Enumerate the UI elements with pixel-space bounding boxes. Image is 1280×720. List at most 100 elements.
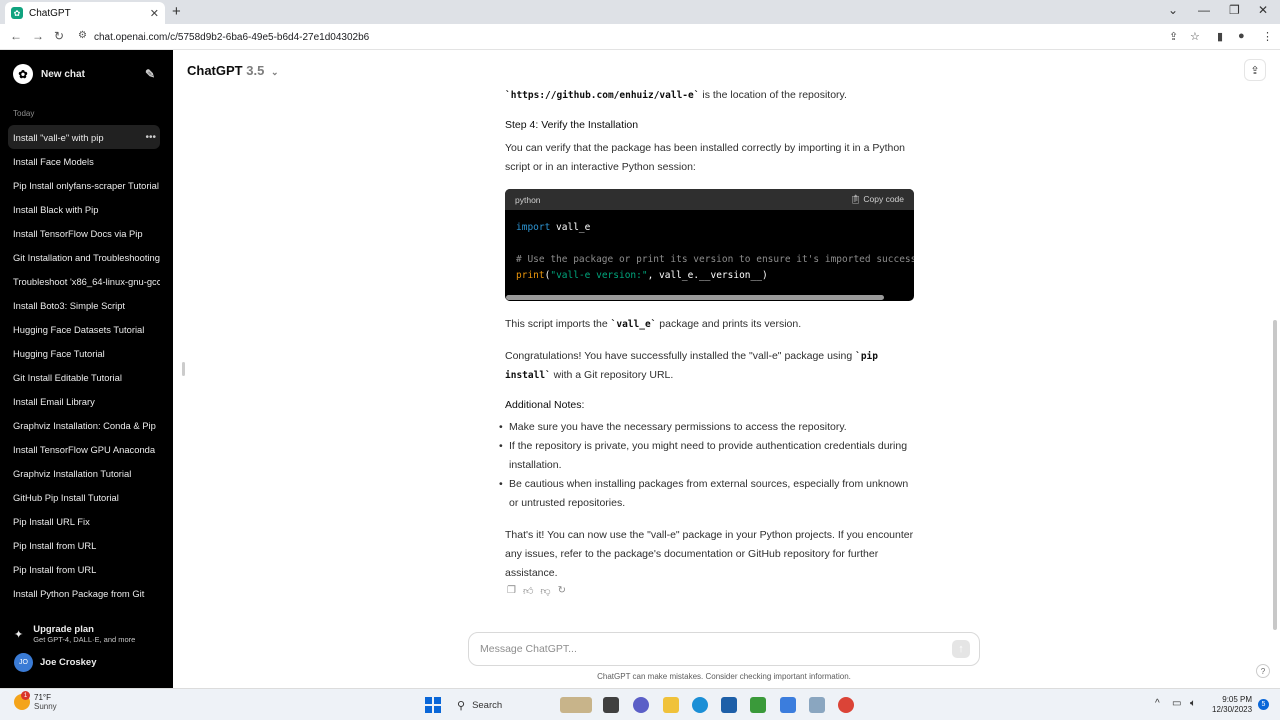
bookmark-star-icon[interactable]: ☆ (1190, 30, 1200, 43)
sidebar-item[interactable]: GitHub Pip Install Tutorial (8, 485, 160, 509)
profile-icon[interactable]: ● (1238, 30, 1245, 42)
disclaimer-text: ChatGPT can make mistakes. Consider chec… (597, 672, 851, 681)
message-paragraph: `https://github.com/enhuiz/vall-e` is th… (505, 89, 847, 101)
openai-logo-icon: ✿ (13, 64, 33, 84)
sidebar-item[interactable]: Graphviz Installation: Conda & Pip (8, 413, 160, 437)
sidebar-item[interactable]: Troubleshoot 'x86_64-linux-gnu-gcc' (8, 269, 160, 293)
history-section-label: Today (13, 109, 35, 118)
network-icon[interactable]: ▭ (1172, 698, 1181, 709)
taskbar-search[interactable]: ⚲ Search (450, 695, 550, 715)
message-input[interactable] (480, 643, 920, 655)
system-clock[interactable]: 9:05 PM 12/30/2023 (1212, 695, 1252, 715)
tab-search-icon[interactable]: ⌄ (1168, 3, 1178, 17)
sidebar-item[interactable]: Install TensorFlow Docs via Pip (8, 221, 160, 245)
user-menu-button[interactable]: JO Joe Croskey (14, 652, 97, 672)
sidebar-item[interactable]: Pip Install onlyfans-scraper Tutorial (8, 173, 160, 197)
thumbs-down-icon[interactable]: 👎︎ (540, 585, 550, 597)
upgrade-plan-button[interactable]: ✦ Upgrade plan Get GPT-4, DALL·E, and mo… (14, 622, 164, 646)
new-chat-button[interactable]: ✿ New chat ✎ (8, 62, 163, 86)
message-paragraph: That's it! You can now use the "vall-e" … (505, 529, 914, 579)
chat-history-list: Install "vall-e" with pip ••• Install Fac… (8, 125, 160, 605)
message-paragraph: Congratulations! You have successfully i… (505, 350, 878, 381)
widgets-icon[interactable] (560, 697, 592, 713)
edge-icon[interactable] (692, 697, 708, 713)
store-icon[interactable] (721, 697, 737, 713)
teams-chat-icon[interactable] (633, 697, 649, 713)
list-item: If the repository is private, you might … (499, 437, 919, 475)
sidebar-item[interactable]: Install "vall-e" with pip ••• (8, 125, 160, 149)
regenerate-icon[interactable]: ↻ (558, 585, 566, 597)
list-item: Be cautious when installing packages fro… (499, 475, 919, 513)
photos-icon[interactable] (809, 697, 825, 713)
clipboard-icon: 📋︎ (850, 194, 861, 204)
share-page-icon[interactable]: ⇪ (1169, 30, 1178, 43)
model-selector[interactable]: ChatGPT 3.5 ⌄ (187, 63, 279, 78)
sidebar-item[interactable]: Hugging Face Datasets Tutorial (8, 317, 160, 341)
url-field[interactable]: ⚙ chat.openai.com/c/5758d9b2-6ba6-49e5-b… (72, 27, 1152, 47)
weather-condition: Sunny (34, 702, 57, 711)
sidebar-item[interactable]: Git Installation and Troubleshooting (8, 245, 160, 269)
close-window-icon[interactable]: ✕ (1258, 3, 1268, 17)
weather-badge: 1 (21, 691, 30, 700)
send-button[interactable]: ↑ (952, 640, 970, 658)
side-panel-icon[interactable]: ▮ (1217, 30, 1223, 43)
code-content: import vall_e # Use the package or print… (516, 222, 914, 281)
sidebar-item[interactable]: Pip Install from URL (8, 557, 160, 581)
list-item: Make sure you have the necessary permiss… (499, 418, 919, 437)
inline-code: `https://github.com/enhuiz/vall-e` (505, 90, 700, 101)
notes-list: Make sure you have the necessary permiss… (499, 418, 919, 513)
browser-tab[interactable]: ✿ ChatGPT ✕ (5, 2, 165, 24)
sidebar-item[interactable]: Install Python Package from Git (8, 581, 160, 605)
sidebar-item[interactable]: Pip Install from URL (8, 533, 160, 557)
browser-tabbar: ✿ ChatGPT ✕ + ⌄ — ❐ ✕ (0, 0, 1280, 24)
model-version: 3.5 (246, 63, 265, 78)
code-block: python 📋︎ Copy code import vall_e # Use … (505, 189, 914, 301)
sidebar-item[interactable]: Install Email Library (8, 389, 160, 413)
minimize-icon[interactable]: — (1198, 3, 1210, 17)
copy-code-button[interactable]: 📋︎ Copy code (850, 194, 904, 205)
forward-icon[interactable]: → (32, 29, 44, 43)
weather-widget[interactable]: 1 71°F Sunny (14, 691, 57, 711)
browser-menu-icon[interactable]: ⋮ (1262, 30, 1273, 43)
back-icon[interactable]: ← (10, 29, 22, 43)
sidebar-item[interactable]: Install TensorFlow GPU Anaconda (8, 437, 160, 461)
close-tab-icon[interactable]: ✕ (150, 7, 159, 20)
sidebar-item[interactable]: Install Boto3: Simple Script (8, 293, 160, 317)
windows-start-icon[interactable] (425, 697, 441, 713)
notes-heading: Additional Notes: (505, 399, 585, 411)
excel-icon[interactable] (750, 697, 766, 713)
upgrade-title: Upgrade plan (33, 624, 94, 635)
maximize-icon[interactable]: ❐ (1229, 3, 1240, 17)
sidebar-item[interactable]: Git Install Editable Tutorial (8, 365, 160, 389)
help-button[interactable]: ? (1256, 664, 1270, 678)
sidebar-item[interactable]: Pip Install URL Fix (8, 509, 160, 533)
chat-scrollbar[interactable] (1273, 320, 1277, 630)
temperature: 71°F (34, 693, 51, 702)
notification-badge[interactable]: 5 (1258, 699, 1269, 710)
more-options-icon[interactable]: ••• (145, 132, 156, 143)
question-icon: ? (1260, 666, 1266, 676)
vscode-icon[interactable] (780, 697, 796, 713)
share-chat-button[interactable]: ⇪ (1244, 59, 1266, 81)
tray-overflow-icon[interactable]: ^ (1155, 698, 1160, 709)
thumbs-up-icon[interactable]: 👍︎ (523, 585, 533, 597)
clock-time: 9:05 PM (1222, 695, 1253, 704)
task-view-icon[interactable] (603, 697, 619, 713)
sidebar-item[interactable]: Install Black with Pip (8, 197, 160, 221)
sparkle-icon: ✦ (14, 628, 24, 641)
new-tab-icon[interactable]: + (172, 3, 181, 20)
compose-icon[interactable]: ✎ (145, 67, 155, 81)
sidebar-item[interactable]: Install Face Models (8, 149, 160, 173)
copy-icon[interactable]: ❐ (507, 585, 516, 597)
sidebar-item[interactable]: Graphviz Installation Tutorial (8, 461, 160, 485)
sidebar-item[interactable]: Hugging Face Tutorial (8, 341, 160, 365)
inline-code: `vall_e` (610, 319, 657, 330)
volume-icon[interactable]: 🔈︎ (1190, 698, 1196, 709)
sidebar-resize-handle[interactable] (182, 362, 185, 376)
chrome-icon[interactable] (838, 697, 854, 713)
site-info-icon[interactable]: ⚙ (78, 30, 87, 41)
code-horizontal-scrollbar[interactable] (506, 295, 884, 300)
reload-icon[interactable]: ↻ (54, 29, 64, 43)
file-explorer-icon[interactable] (663, 697, 679, 713)
url-text: chat.openai.com/c/5758d9b2-6ba6-49e5-b6d… (94, 31, 370, 43)
